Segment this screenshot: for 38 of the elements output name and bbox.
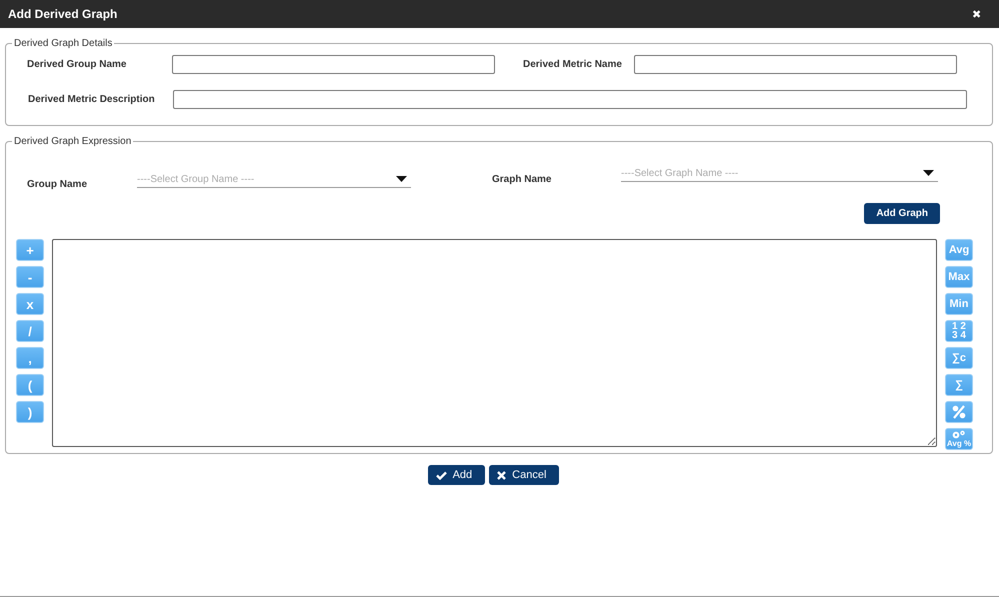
input-field[interactable] [173, 90, 967, 109]
function-button[interactable]: ∑ [945, 374, 973, 396]
function-button[interactable]: Max [945, 266, 973, 288]
operator-button[interactable]: ) [16, 401, 44, 423]
add-button[interactable]: Add [428, 465, 486, 485]
percent-icon [951, 404, 967, 420]
section-legend: Derived Graph Expression [12, 136, 134, 147]
group-dropdown[interactable]: ----Select Group Name ---- [137, 171, 411, 188]
field-label: Derived Metric Description [27, 94, 156, 105]
gears-icon [952, 430, 966, 439]
field-label: Graph Name [491, 174, 552, 185]
input-field[interactable] [172, 55, 495, 74]
function-button[interactable]: Min [945, 293, 973, 315]
function-button[interactable]: ∑c [945, 347, 973, 369]
function-button[interactable]: Avg % [945, 428, 973, 450]
operator-button[interactable]: + [16, 239, 44, 261]
cancel-button[interactable]: Cancel [489, 465, 560, 485]
check-icon [436, 470, 447, 480]
caret-icon [396, 176, 407, 182]
section-legend: Derived Graph Details [12, 38, 114, 49]
window-title: Add Derived Graph [8, 7, 118, 21]
field-label: Derived Metric Name [522, 59, 623, 70]
operator-button[interactable]: - [16, 266, 44, 288]
function-button[interactable]: Avg [945, 239, 973, 261]
operator-button[interactable]: / [16, 320, 44, 342]
field-label: Group Name [26, 179, 88, 190]
percent-button[interactable] [945, 401, 973, 423]
function-button[interactable]: 1 2 3 4 [945, 320, 973, 342]
close-button[interactable]: ✖ [972, 8, 981, 20]
operator-button[interactable]: ( [16, 374, 44, 396]
operator-button[interactable]: x [16, 293, 44, 315]
graph-dropdown[interactable]: ----Select Graph Name ---- [621, 165, 938, 182]
field-label: Derived Group Name [26, 59, 128, 70]
add-graph-button[interactable]: Add Graph [864, 203, 940, 224]
input-field[interactable] [634, 55, 957, 74]
caret-icon [923, 170, 934, 176]
operator-button[interactable]: , [16, 347, 44, 369]
close-icon [497, 470, 506, 480]
